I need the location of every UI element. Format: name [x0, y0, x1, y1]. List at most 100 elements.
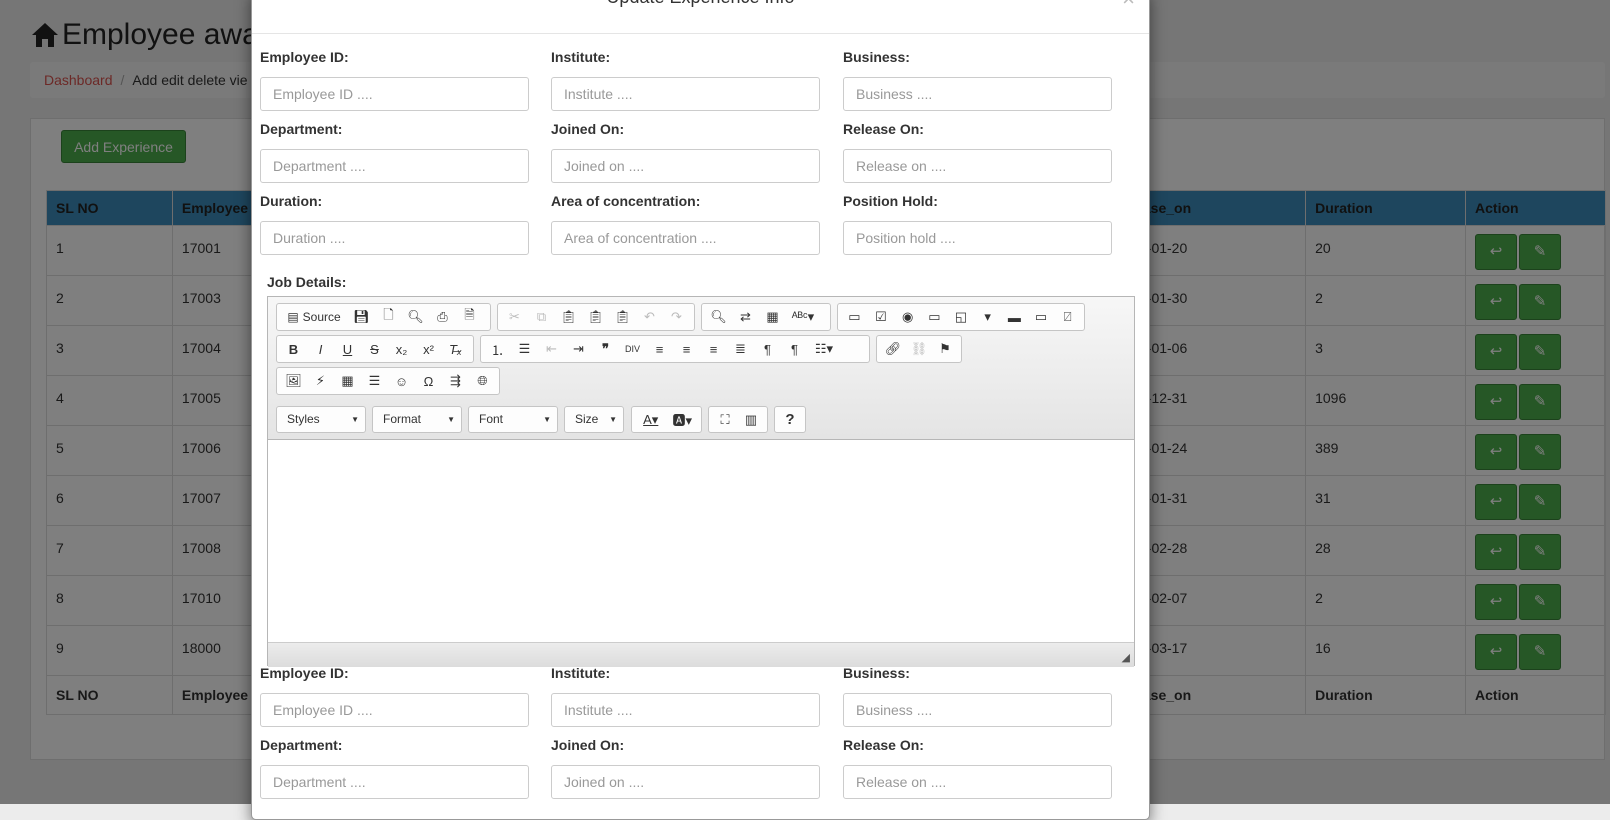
- form-icon[interactable]: ▭: [841, 305, 868, 329]
- background-color-icon[interactable]: 🅰︎▾: [667, 408, 699, 432]
- align-right-icon[interactable]: ≡: [700, 337, 727, 361]
- paste-text-icon[interactable]: 📋︎: [582, 305, 609, 329]
- close-icon[interactable]: ×: [1122, 0, 1135, 10]
- underline-icon[interactable]: U: [334, 337, 361, 361]
- special-char-icon[interactable]: Ω: [415, 369, 442, 393]
- form-group-duration: Duration:: [260, 193, 529, 255]
- indent-icon[interactable]: ⇥: [565, 337, 592, 361]
- business-input[interactable]: [843, 693, 1112, 727]
- cut-icon[interactable]: ✂: [501, 305, 528, 329]
- creatediv-icon[interactable]: DIV: [619, 337, 646, 361]
- redo-icon[interactable]: ↷: [663, 305, 690, 329]
- anchor-flag-icon[interactable]: ⚑: [932, 337, 958, 361]
- bold-icon[interactable]: B: [280, 337, 307, 361]
- employee-id-input[interactable]: [260, 693, 529, 727]
- release-on-input[interactable]: [843, 149, 1112, 183]
- toolbar-group-document: ▤ Source 💾︎ 🗋 🔍︎ ⎙ 🗎: [276, 303, 491, 331]
- styles-dropdown[interactable]: Styles ▼: [276, 406, 366, 433]
- area-of-concentration-input[interactable]: [551, 221, 820, 255]
- strikethrough-icon[interactable]: S: [361, 337, 388, 361]
- styles-dropdown-label: Styles: [287, 412, 320, 426]
- font-dropdown[interactable]: Font ▼: [468, 406, 558, 433]
- institute-input[interactable]: [551, 77, 820, 111]
- smiley-icon[interactable]: ☺: [388, 369, 415, 393]
- remove-format-icon[interactable]: T̶ₓ: [442, 337, 469, 361]
- position-hold-input[interactable]: [843, 221, 1112, 255]
- table-icon[interactable]: ▦: [334, 369, 361, 393]
- print-icon[interactable]: ⎙: [429, 305, 456, 329]
- templates-icon[interactable]: 🗎: [456, 305, 483, 329]
- text-field-icon[interactable]: ▭: [921, 305, 948, 329]
- editor-status-bar: ◢: [268, 642, 1134, 667]
- help-icon[interactable]: ?: [778, 408, 802, 432]
- flash-icon[interactable]: ⚡︎: [307, 369, 334, 393]
- blockquote-icon[interactable]: ❞: [592, 337, 619, 361]
- radio-icon[interactable]: ◉: [894, 305, 921, 329]
- undo-icon[interactable]: ↶: [636, 305, 663, 329]
- institute-label: Institute:: [551, 665, 611, 681]
- select-field-icon[interactable]: ▾: [974, 305, 1001, 329]
- employee-id-input[interactable]: [260, 77, 529, 111]
- department-input[interactable]: [260, 765, 529, 799]
- toolbar-group-editing: 🔍︎ ⇄ ▦ ᴬᴮᶜ▾: [701, 303, 831, 331]
- align-center-icon[interactable]: ≡: [673, 337, 700, 361]
- editor-content-area[interactable]: [268, 440, 1134, 642]
- image-button-icon[interactable]: ▭: [1028, 305, 1055, 329]
- italic-icon[interactable]: I: [307, 337, 334, 361]
- checkbox-icon[interactable]: ☑: [868, 305, 895, 329]
- toolbar-group-colors: A▾ 🅰︎▾: [631, 406, 702, 433]
- preview-icon[interactable]: 🔍︎: [402, 305, 429, 329]
- paste-icon[interactable]: 📋︎: [555, 305, 582, 329]
- release-on-input[interactable]: [843, 765, 1112, 799]
- institute-input[interactable]: [551, 693, 820, 727]
- hidden-field-icon[interactable]: ⍁: [1054, 305, 1081, 329]
- size-dropdown[interactable]: Size ▼: [564, 406, 624, 433]
- align-left-icon[interactable]: ≡: [646, 337, 673, 361]
- justify-icon[interactable]: ≣: [727, 337, 754, 361]
- editor-toolbar: ▤ Source 💾︎ 🗋 🔍︎ ⎙ 🗎 ✂ ⧉ 📋︎ 📋︎ 📋︎ ↶ ↷ 🔍︎…: [268, 297, 1134, 440]
- form-group-institute: Institute:: [551, 49, 820, 111]
- iframe-globe-icon[interactable]: 🌐︎: [469, 369, 496, 393]
- business-input[interactable]: [843, 77, 1112, 111]
- form-group-employee-id: Employee ID:: [260, 49, 529, 111]
- unlink-icon[interactable]: ⛓: [906, 337, 932, 361]
- toolbar-group-forms: ▭ ☑ ◉ ▭ ◱ ▾ ▬ ▭ ⍁: [837, 303, 1085, 331]
- superscript-icon[interactable]: x²: [415, 337, 442, 361]
- resize-handle-icon[interactable]: ◢: [1122, 651, 1130, 664]
- text-color-icon[interactable]: A▾: [635, 408, 667, 432]
- joined-on-input[interactable]: [551, 149, 820, 183]
- horizontal-rule-icon[interactable]: ☰: [361, 369, 388, 393]
- bulleted-list-icon[interactable]: ☰: [511, 337, 538, 361]
- spellcheck-icon[interactable]: ᴬᴮᶜ▾: [786, 305, 820, 329]
- copy-icon[interactable]: ⧉: [528, 305, 555, 329]
- save-icon[interactable]: 💾︎: [348, 305, 375, 329]
- department-input[interactable]: [260, 149, 529, 183]
- outdent-icon[interactable]: ⇤: [538, 337, 565, 361]
- replace-icon[interactable]: ⇄: [732, 305, 759, 329]
- position-hold-label: Position Hold:: [843, 193, 938, 209]
- find-icon[interactable]: 🔍︎: [705, 305, 732, 329]
- ltr-icon[interactable]: ¶: [754, 337, 781, 361]
- maximize-icon[interactable]: ⛶: [712, 408, 738, 432]
- joined-on-input[interactable]: [551, 765, 820, 799]
- textarea-icon[interactable]: ◱: [948, 305, 975, 329]
- duration-input[interactable]: [260, 221, 529, 255]
- new-page-icon[interactable]: 🗋: [375, 305, 402, 329]
- form-group-release-on: Release On:: [843, 121, 1112, 183]
- job-details-label: Job Details:: [267, 274, 347, 290]
- source-button[interactable]: ▤ Source: [280, 305, 348, 329]
- format-dropdown[interactable]: Format ▼: [372, 406, 462, 433]
- paste-word-icon[interactable]: 📋︎: [609, 305, 636, 329]
- language-icon[interactable]: ☷▾: [808, 337, 840, 361]
- select-all-icon[interactable]: ▦: [759, 305, 786, 329]
- show-blocks-icon[interactable]: ▥: [738, 408, 764, 432]
- image-icon[interactable]: 🖼︎: [280, 369, 307, 393]
- subscript-icon[interactable]: x₂: [388, 337, 415, 361]
- rtl-icon[interactable]: ¶: [781, 337, 808, 361]
- numbered-list-icon[interactable]: ⒈: [484, 337, 511, 361]
- modal-header: Update Experience Info ×: [252, 0, 1149, 34]
- button-icon[interactable]: ▬: [1001, 305, 1028, 329]
- form-group-business: Business:: [843, 49, 1112, 111]
- link-icon[interactable]: 🔗︎: [880, 337, 906, 361]
- page-break-icon[interactable]: ⇶: [442, 369, 469, 393]
